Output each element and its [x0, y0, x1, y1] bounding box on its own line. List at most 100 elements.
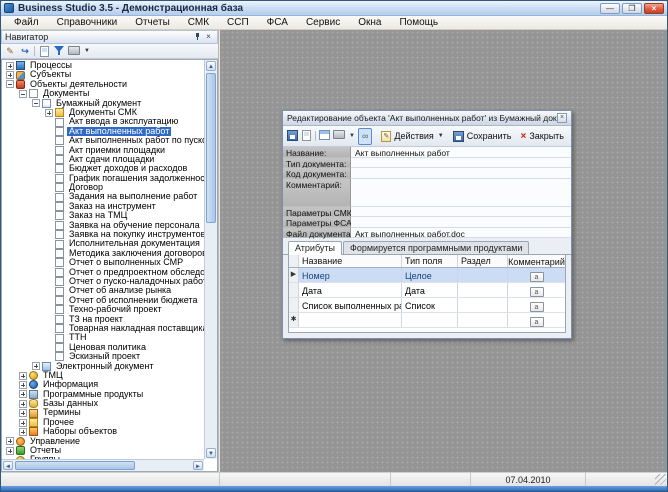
field-value[interactable]	[351, 217, 571, 228]
comment-editor-icon[interactable]: a	[530, 302, 544, 312]
tree-item[interactable]: Термины	[2, 408, 204, 417]
tree-item[interactable]: График погашения задолженности	[2, 174, 204, 183]
comment-editor-icon[interactable]: a	[530, 287, 544, 297]
field-value[interactable]	[351, 158, 571, 169]
tree-item[interactable]: Программные продукты	[2, 390, 204, 399]
refresh-icon[interactable]: ↪	[19, 46, 31, 57]
menu-item-6[interactable]: ФСА	[258, 16, 297, 30]
table-row[interactable]: ДатаДата a	[289, 283, 565, 298]
maximize-button[interactable]: ❐	[622, 3, 642, 14]
scroll-right-icon[interactable]: ►	[193, 461, 203, 470]
table-cell[interactable]	[458, 313, 508, 327]
actions-button[interactable]: ✎ Действия ▼	[378, 131, 446, 142]
scroll-left-icon[interactable]: ◄	[3, 461, 13, 470]
tree-item[interactable]: ТМЦ	[2, 371, 204, 380]
print-caret-icon[interactable]: ▼	[349, 133, 355, 139]
field-value[interactable]: Акт выполненных работ	[351, 147, 571, 158]
expand-icon[interactable]	[19, 428, 27, 436]
table-cell[interactable]: Дата	[402, 283, 458, 297]
table-cell[interactable]: Список	[402, 298, 458, 312]
comment-editor-icon[interactable]: a	[530, 317, 544, 327]
tree-item-label[interactable]: Товарная накладная поставщика	[67, 324, 204, 333]
tree-item[interactable]: Электронный документ	[2, 362, 204, 371]
menu-item-1[interactable]: Файл	[5, 16, 48, 30]
table-cell[interactable]	[458, 268, 508, 282]
field-label: Файл документа:	[283, 228, 351, 239]
edit-icon[interactable]: ✎	[4, 46, 16, 57]
table-cell[interactable]	[402, 313, 458, 327]
tree-item-label[interactable]: Электронный документ	[54, 362, 156, 371]
menu-item-5[interactable]: ССП	[218, 16, 258, 30]
table-cell[interactable]	[458, 283, 508, 297]
minimize-button[interactable]: —	[600, 3, 620, 14]
field-value[interactable]: Акт выполненных работ.doc	[351, 228, 571, 239]
tree-item[interactable]: Объекты деятельности	[2, 80, 204, 89]
print-icon[interactable]	[333, 130, 345, 143]
expand-icon[interactable]	[45, 109, 53, 117]
table-cell[interactable]	[458, 298, 508, 312]
table-row[interactable]: ✱a	[289, 313, 565, 328]
dialog-close-icon[interactable]: ×	[557, 113, 567, 123]
expand-icon[interactable]	[19, 381, 27, 389]
status-segment	[1, 473, 220, 486]
column-header[interactable]: Комментарий	[508, 255, 565, 267]
tree-vertical-scrollbar[interactable]: ▲ ▼	[204, 60, 217, 459]
print-caret-icon[interactable]: ▼	[84, 48, 90, 54]
menu-item-7[interactable]: Сервис	[297, 16, 349, 30]
table-row[interactable]: Список выполненных работСписок a	[289, 298, 565, 313]
table-cell[interactable]: Список выполненных работ	[299, 298, 402, 312]
save-icon[interactable]	[287, 130, 298, 143]
tree-horizontal-scrollbar[interactable]: ◄ ►	[2, 459, 204, 471]
column-header[interactable]: Тип поля	[402, 255, 458, 267]
expand-icon[interactable]	[6, 71, 14, 79]
field-value[interactable]	[351, 168, 571, 179]
collapse-icon[interactable]	[6, 80, 14, 88]
expand-icon[interactable]	[6, 62, 14, 70]
menu-item-8[interactable]: Окна	[349, 16, 390, 30]
table-cell[interactable]: Дата	[299, 283, 402, 297]
resize-grip[interactable]	[655, 474, 666, 485]
navigator-close-icon[interactable]: ×	[203, 32, 214, 43]
tree-item[interactable]: Товарная накладная поставщика	[2, 324, 204, 333]
refresh-object-icon[interactable]	[301, 130, 312, 143]
print-icon[interactable]	[68, 46, 80, 57]
expand-icon[interactable]	[19, 390, 27, 398]
link-button[interactable]: ∞	[358, 128, 372, 145]
grid-icon[interactable]	[319, 130, 330, 143]
menu-item-3[interactable]: Отчеты	[126, 16, 179, 30]
expand-icon[interactable]	[6, 447, 14, 455]
scroll-up-icon[interactable]: ▲	[206, 61, 216, 71]
expand-icon[interactable]	[6, 437, 14, 445]
column-header[interactable]: Раздел	[458, 255, 508, 267]
save-button[interactable]: Сохранить	[450, 131, 515, 142]
open-report-icon[interactable]	[38, 46, 50, 57]
menu-item-2[interactable]: Справочники	[48, 16, 127, 30]
expand-icon[interactable]	[19, 400, 27, 408]
field-value[interactable]	[351, 207, 571, 218]
tab-1[interactable]: Атрибуты	[288, 241, 342, 255]
collapse-icon[interactable]	[32, 99, 40, 107]
collapse-icon[interactable]	[19, 90, 27, 98]
pin-icon[interactable]	[192, 32, 203, 43]
expand-icon[interactable]	[19, 409, 27, 417]
horizontal-scroll-thumb[interactable]	[15, 461, 135, 470]
close-button[interactable]: × Закрыть	[517, 131, 567, 142]
table-cell[interactable]: Целое	[402, 268, 458, 282]
table-cell[interactable]	[299, 313, 402, 327]
expand-icon[interactable]	[19, 372, 27, 380]
expand-icon[interactable]	[19, 419, 27, 427]
scroll-down-icon[interactable]: ▼	[206, 448, 216, 458]
comment-editor-icon[interactable]: a	[530, 272, 544, 282]
column-header[interactable]: Название	[299, 255, 402, 267]
close-button[interactable]: ×	[644, 3, 664, 14]
menu-item-9[interactable]: Помощь	[390, 16, 447, 30]
tab-2[interactable]: Формируется программными продуктами	[343, 241, 529, 254]
field-value[interactable]	[351, 179, 571, 207]
table-cell[interactable]: Номер	[299, 268, 402, 282]
tree-item[interactable]: Базы данных	[2, 399, 204, 408]
expand-icon[interactable]	[32, 362, 40, 370]
menu-item-4[interactable]: СМК	[179, 16, 218, 30]
filter-icon[interactable]	[53, 46, 65, 57]
vertical-scroll-thumb[interactable]	[206, 73, 216, 223]
table-row[interactable]: ▶НомерЦелоеa	[289, 268, 565, 283]
